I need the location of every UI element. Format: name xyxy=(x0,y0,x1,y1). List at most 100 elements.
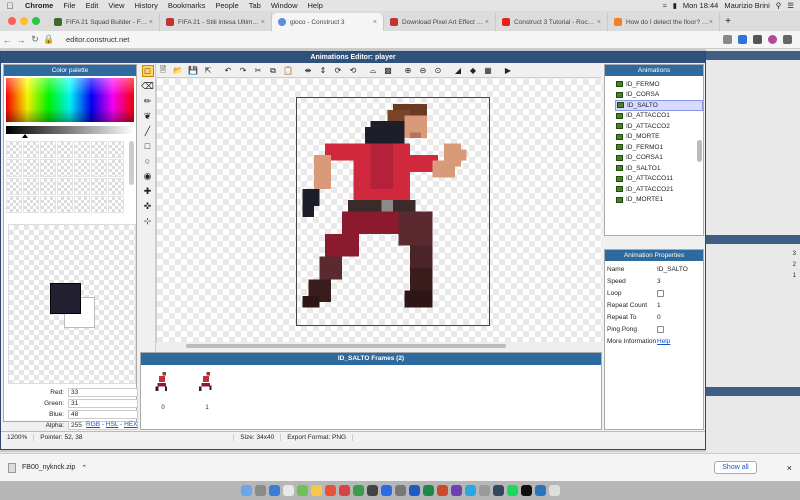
apple-icon[interactable]:  xyxy=(0,1,20,11)
ellipse-icon[interactable]: ○ xyxy=(142,155,154,167)
palette-swatch[interactable] xyxy=(23,141,39,159)
download-item[interactable]: FB00_nyknck.zip ⌃ xyxy=(8,462,87,473)
palette-swatch[interactable] xyxy=(74,159,90,177)
hex-mode-link[interactable]: HEX xyxy=(124,421,137,428)
repeat-to-field[interactable]: 0 xyxy=(657,314,703,321)
ping-pong-checkbox[interactable] xyxy=(657,326,664,333)
animation-item-selected[interactable]: ID_SALTO xyxy=(615,100,703,111)
mirror-icon[interactable]: ⇼ xyxy=(301,65,315,77)
menu-window[interactable]: Window xyxy=(266,1,303,10)
blue-field[interactable]: 48 xyxy=(68,410,138,419)
menu-history[interactable]: History xyxy=(130,1,163,10)
origin-point-icon[interactable]: ✜ xyxy=(142,200,154,212)
reload-icon[interactable]: ↻ xyxy=(28,34,42,45)
animation-item[interactable]: ID_ATTACCO21 xyxy=(615,184,703,195)
green-field[interactable]: 31 xyxy=(68,399,138,408)
undo-icon[interactable]: ↶ xyxy=(221,65,235,77)
menu-people[interactable]: People xyxy=(210,1,243,10)
zoom-out-icon[interactable]: ⊖ xyxy=(416,65,430,77)
shade-handle[interactable] xyxy=(22,134,28,138)
play-preview-icon[interactable]: ▶ xyxy=(501,65,515,77)
lock-icon[interactable]: 🔒 xyxy=(42,34,56,45)
cut-icon[interactable]: ✂ xyxy=(251,65,265,77)
steam-icon[interactable] xyxy=(534,485,546,496)
word-icon[interactable] xyxy=(408,485,420,496)
music-icon[interactable] xyxy=(338,485,350,496)
image-points-icon[interactable]: ⊹ xyxy=(142,215,154,227)
more-menu-icon[interactable] xyxy=(783,35,792,44)
palette-swatch[interactable] xyxy=(57,159,73,177)
settings-icon[interactable] xyxy=(394,485,406,496)
preview-icon[interactable] xyxy=(478,485,490,496)
palette-swatch[interactable] xyxy=(108,195,124,213)
show-all-button[interactable]: Show all xyxy=(714,461,757,474)
name-field[interactable]: ID_SALTO xyxy=(657,266,703,273)
color-picker-icon[interactable]: ✚ xyxy=(142,185,154,197)
zoom-window-button[interactable] xyxy=(32,17,40,25)
palette-swatch[interactable] xyxy=(40,141,56,159)
safari-icon[interactable] xyxy=(268,485,280,496)
chrome-icon[interactable] xyxy=(282,485,294,496)
battery-icon[interactable]: ▮ xyxy=(673,1,677,10)
palette-swatch[interactable] xyxy=(6,141,22,159)
tab-futwiz[interactable]: FIFA 21 Squad Builder - FUTWI × xyxy=(48,13,160,31)
close-tab-icon[interactable]: × xyxy=(373,19,377,26)
foreground-color-swatch[interactable] xyxy=(50,283,81,314)
trash-icon[interactable] xyxy=(548,485,560,496)
animation-item[interactable]: ID_MORTE1 xyxy=(615,195,703,206)
menu-list-icon[interactable]: ☰ xyxy=(787,1,794,10)
spotify-icon[interactable] xyxy=(506,485,518,496)
hsl-mode-link[interactable]: HSL xyxy=(106,421,118,428)
palette-swatch[interactable] xyxy=(74,177,90,195)
palette-swatch[interactable] xyxy=(40,195,56,213)
palette-swatch[interactable] xyxy=(74,141,90,159)
rectangle-select-icon[interactable]: □ xyxy=(141,65,154,77)
palette-swatch[interactable] xyxy=(91,159,107,177)
star-icon[interactable] xyxy=(723,35,732,44)
onenote-icon[interactable] xyxy=(450,485,462,496)
minimize-window-button[interactable] xyxy=(20,17,28,25)
zoom-reset-icon[interactable]: ⊙ xyxy=(431,65,445,77)
palette-swatch[interactable] xyxy=(6,159,22,177)
palette-swatch[interactable] xyxy=(40,159,56,177)
close-tab-icon[interactable]: × xyxy=(709,19,713,26)
frame-thumbnail-1[interactable]: 1 xyxy=(195,371,219,411)
tab-construct3[interactable]: gioco - Construct 3 × xyxy=(272,13,384,31)
close-tab-icon[interactable]: × xyxy=(485,19,489,26)
open-folder-icon[interactable]: 📂 xyxy=(171,65,185,77)
rectangle-icon[interactable]: □ xyxy=(142,140,154,152)
image-frame[interactable] xyxy=(296,97,490,326)
animation-item[interactable]: ID_ATTACCO2 xyxy=(615,121,703,132)
extension-icon[interactable] xyxy=(753,35,762,44)
crop-icon[interactable]: ⌓ xyxy=(366,65,380,77)
palette-swatch[interactable] xyxy=(108,159,124,177)
animation-item[interactable]: ID_CORSA1 xyxy=(615,153,703,164)
animation-item[interactable]: ID_FERMO xyxy=(615,79,703,90)
color-spectrum[interactable] xyxy=(6,78,134,122)
help-link[interactable]: Help xyxy=(657,338,670,345)
palette-swatch[interactable] xyxy=(91,195,107,213)
new-file-icon[interactable]: 🗎 xyxy=(156,65,170,77)
grid-icon[interactable]: ▦ xyxy=(481,65,495,77)
close-tab-icon[interactable]: × xyxy=(597,19,601,26)
palette-swatch[interactable] xyxy=(57,177,73,195)
close-icon[interactable]: × xyxy=(787,463,792,473)
menu-bookmarks[interactable]: Bookmarks xyxy=(163,1,211,10)
excel-icon[interactable] xyxy=(422,485,434,496)
zoom-in-icon[interactable]: ⊕ xyxy=(401,65,415,77)
clock[interactable]: Mon 18:44 xyxy=(683,1,718,10)
menu-app-name[interactable]: Chrome xyxy=(20,1,58,10)
palette-swatch[interactable] xyxy=(108,177,124,195)
palette-swatch[interactable] xyxy=(23,177,39,195)
pencil-icon[interactable]: ✏ xyxy=(142,95,154,107)
notes-icon[interactable] xyxy=(310,485,322,496)
fill-bucket-icon[interactable]: ◉ xyxy=(142,170,154,182)
new-tab-button[interactable]: + xyxy=(720,13,736,31)
tab-construct-tutorial[interactable]: Construct 3 Tutorial - Rock Sm × xyxy=(496,13,608,31)
wifi-icon[interactable]: ≈ xyxy=(663,1,667,10)
animation-item[interactable]: ID_CORSA xyxy=(615,90,703,101)
image-canvas[interactable] xyxy=(156,79,602,350)
messages-icon[interactable] xyxy=(296,485,308,496)
swatch-scrollbar[interactable] xyxy=(129,141,134,185)
menu-help[interactable]: Help xyxy=(303,1,328,10)
